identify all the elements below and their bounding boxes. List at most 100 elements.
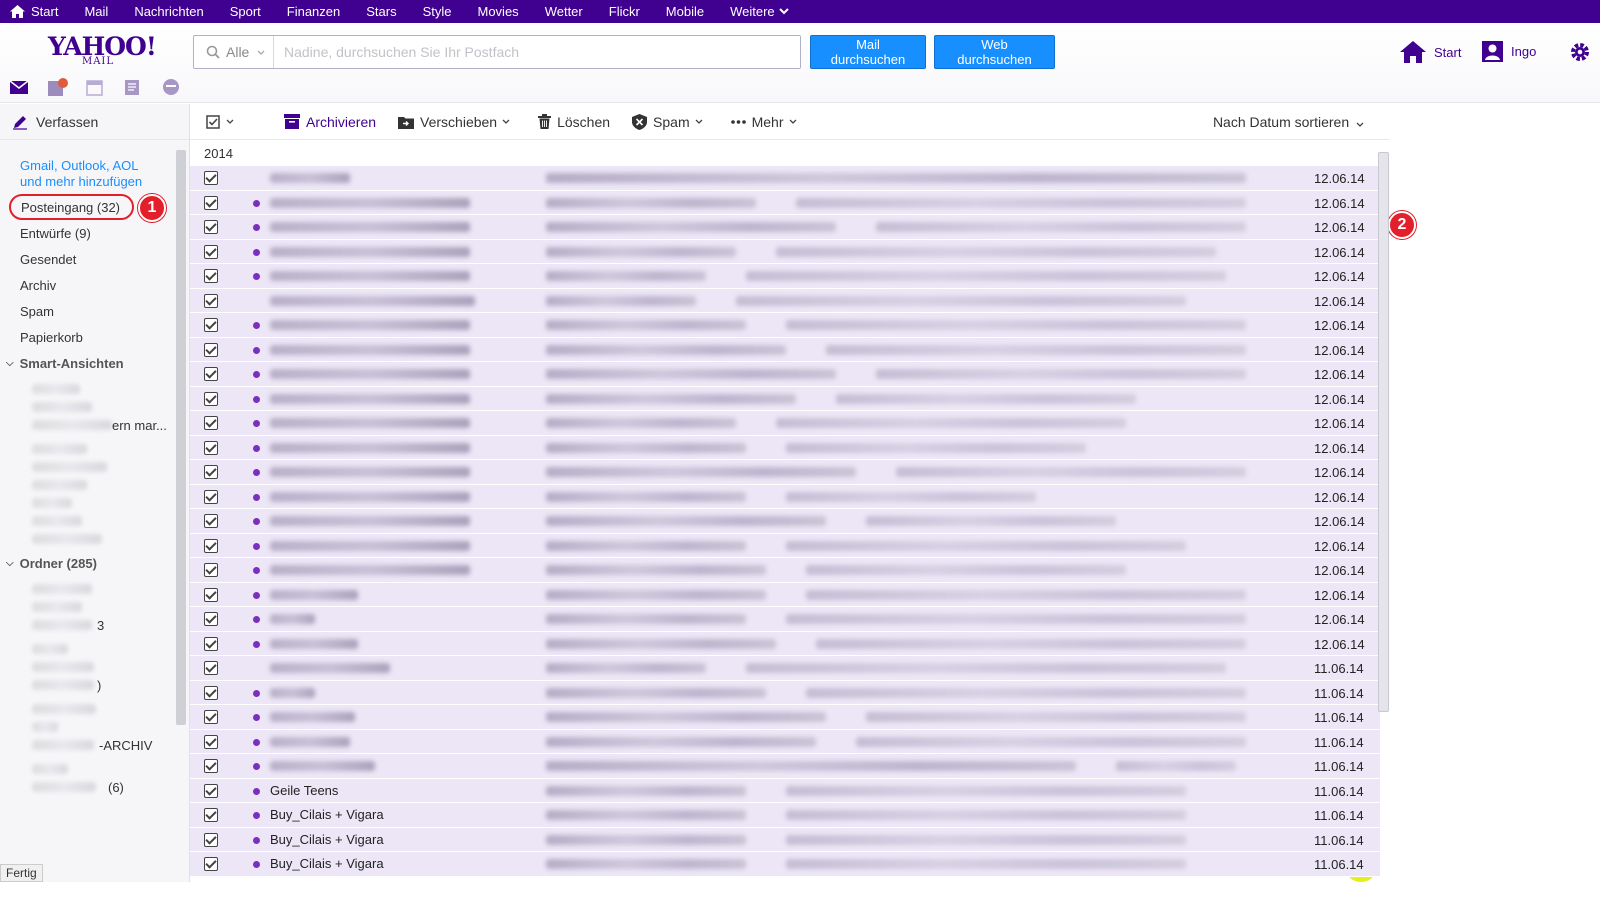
web-search-button[interactable]: Web durchsuchen — [934, 35, 1055, 69]
message-row[interactable]: 12.06.14 — [190, 288, 1380, 313]
more-button[interactable]: Mehr — [730, 114, 803, 130]
message-row[interactable]: 12.06.14 — [190, 190, 1380, 215]
message-checkbox[interactable] — [204, 440, 218, 455]
message-checkbox[interactable] — [204, 244, 218, 259]
nav-item-stars[interactable]: Stars — [366, 4, 396, 19]
unread-dot-icon[interactable] — [253, 469, 260, 476]
message-row[interactable]: 12.06.14 — [190, 533, 1380, 558]
nav-item-mobile[interactable]: Mobile — [666, 4, 704, 19]
nav-item-movies[interactable]: Movies — [478, 4, 519, 19]
message-row[interactable]: 11.06.14 — [190, 754, 1380, 779]
unread-dot-icon[interactable] — [253, 395, 260, 403]
delete-button[interactable]: Löschen — [538, 114, 610, 130]
user-profile-link[interactable]: Ingo — [1482, 41, 1536, 62]
nav-item-sport[interactable]: Sport — [230, 4, 261, 19]
message-row[interactable]: 12.06.14 — [190, 509, 1380, 534]
message-row[interactable]: 11.06.14 — [190, 680, 1380, 705]
message-checkbox[interactable] — [204, 514, 218, 528]
unread-dot-icon[interactable] — [253, 567, 260, 574]
message-row[interactable]: 11.06.14 — [190, 656, 1380, 681]
unread-dot-icon[interactable] — [253, 420, 260, 427]
message-checkbox[interactable] — [204, 710, 218, 724]
smart-view-item[interactable] — [32, 534, 102, 544]
archive-button[interactable]: Archivieren — [284, 114, 376, 130]
custom-folder-item[interactable] — [32, 644, 68, 654]
message-checkbox[interactable] — [204, 195, 218, 210]
message-checkbox[interactable] — [204, 636, 218, 651]
search-scope-dropdown[interactable]: Alle — [194, 36, 274, 68]
move-button[interactable]: Verschieben — [398, 114, 516, 130]
folder-drafts[interactable]: Entwürfe (9) — [0, 220, 189, 246]
message-checkbox[interactable] — [204, 661, 218, 675]
custom-folder-item[interactable] — [32, 584, 92, 594]
select-all-dropdown[interactable] — [206, 114, 240, 129]
custom-folder-item[interactable] — [32, 764, 68, 774]
unread-dot-icon[interactable] — [253, 518, 260, 525]
unread-dot-icon[interactable] — [253, 444, 260, 452]
message-row[interactable]: 12.06.14 — [190, 313, 1380, 338]
spam-button[interactable]: Spam — [632, 113, 709, 130]
message-row[interactable]: 12.06.14 — [190, 435, 1380, 460]
message-checkbox[interactable] — [204, 391, 218, 406]
message-list-scrollbar[interactable] — [1378, 140, 1390, 882]
unread-dot-icon[interactable] — [253, 787, 260, 795]
message-checkbox[interactable] — [204, 563, 218, 577]
unread-dot-icon[interactable] — [253, 224, 260, 231]
folder-inbox[interactable]: Posteingang (32) — [9, 194, 134, 220]
message-row[interactable]: 12.06.14 — [190, 558, 1380, 583]
message-list-scroll-thumb[interactable] — [1378, 152, 1389, 712]
custom-folder-item[interactable] — [32, 662, 94, 672]
message-row[interactable]: 12.06.14 — [190, 239, 1380, 264]
unread-dot-icon[interactable] — [253, 371, 260, 378]
message-checkbox[interactable] — [204, 342, 218, 357]
unread-dot-icon[interactable] — [253, 861, 260, 868]
unread-dot-icon[interactable] — [253, 640, 260, 648]
nav-item-mail[interactable]: Mail — [84, 4, 108, 19]
unread-dot-icon[interactable] — [253, 616, 260, 623]
folder-archive[interactable]: Archiv — [0, 272, 189, 298]
sidebar-scroll-thumb[interactable] — [176, 150, 186, 725]
message-row[interactable]: 12.06.14 — [190, 337, 1380, 362]
message-checkbox[interactable] — [204, 367, 218, 381]
contacts-app-button[interactable] — [48, 78, 86, 96]
message-checkbox[interactable] — [204, 685, 218, 700]
message-row[interactable]: 12.06.14 — [190, 166, 1380, 191]
message-row[interactable]: 12.06.14 — [190, 215, 1380, 240]
message-checkbox[interactable] — [204, 587, 218, 602]
folder-sent[interactable]: Gesendet — [0, 246, 189, 272]
message-checkbox[interactable] — [204, 465, 218, 479]
message-row[interactable]: 12.06.14 — [190, 386, 1380, 411]
message-row[interactable]: Buy_Cilais + Vigara 11.06.14 — [190, 852, 1380, 877]
unread-dot-icon[interactable] — [253, 273, 260, 280]
message-row[interactable]: 12.06.14 — [190, 582, 1380, 607]
smart-view-item[interactable] — [32, 462, 107, 472]
smart-views-toggle[interactable]: ⌵ Smart-Ansichten — [0, 350, 189, 376]
custom-folder-item[interactable] — [32, 722, 58, 732]
message-row[interactable]: Buy_Cilais + Vigara 11.06.14 — [190, 803, 1380, 828]
yahoo-mail-logo[interactable]: YAHOO! MAIL — [48, 34, 157, 67]
unread-dot-icon[interactable] — [253, 542, 260, 550]
smart-view-item[interactable] — [32, 480, 87, 490]
message-row[interactable]: 12.06.14 — [190, 411, 1380, 436]
unread-dot-icon[interactable] — [253, 763, 260, 770]
message-row[interactable]: 12.06.14 — [190, 460, 1380, 485]
message-row[interactable]: 11.06.14 — [190, 729, 1380, 754]
home-link[interactable]: Start — [1400, 41, 1461, 63]
custom-folder-item[interactable]: ) — [0, 676, 189, 696]
nav-item-weitere[interactable]: Weitere — [730, 4, 795, 19]
unread-dot-icon[interactable] — [253, 738, 260, 746]
folders-toggle[interactable]: ⌵ Ordner (285) — [0, 550, 189, 576]
message-row[interactable]: 12.06.14 — [190, 264, 1380, 289]
unread-dot-icon[interactable] — [253, 689, 260, 697]
message-checkbox[interactable] — [204, 171, 218, 185]
nav-item-flickr[interactable]: Flickr — [609, 4, 640, 19]
folder-trash[interactable]: Papierkorb — [0, 324, 189, 350]
message-row[interactable]: Buy_Cilais + Vigara 11.06.14 — [190, 827, 1380, 852]
custom-folder-item[interactable]: 3 — [0, 616, 189, 636]
message-checkbox[interactable] — [204, 783, 218, 798]
message-checkbox[interactable] — [204, 489, 218, 504]
message-checkbox[interactable] — [204, 612, 218, 626]
smart-view-item[interactable] — [32, 516, 82, 526]
notepad-app-button[interactable] — [124, 78, 162, 96]
custom-folder-item[interactable] — [32, 602, 82, 612]
